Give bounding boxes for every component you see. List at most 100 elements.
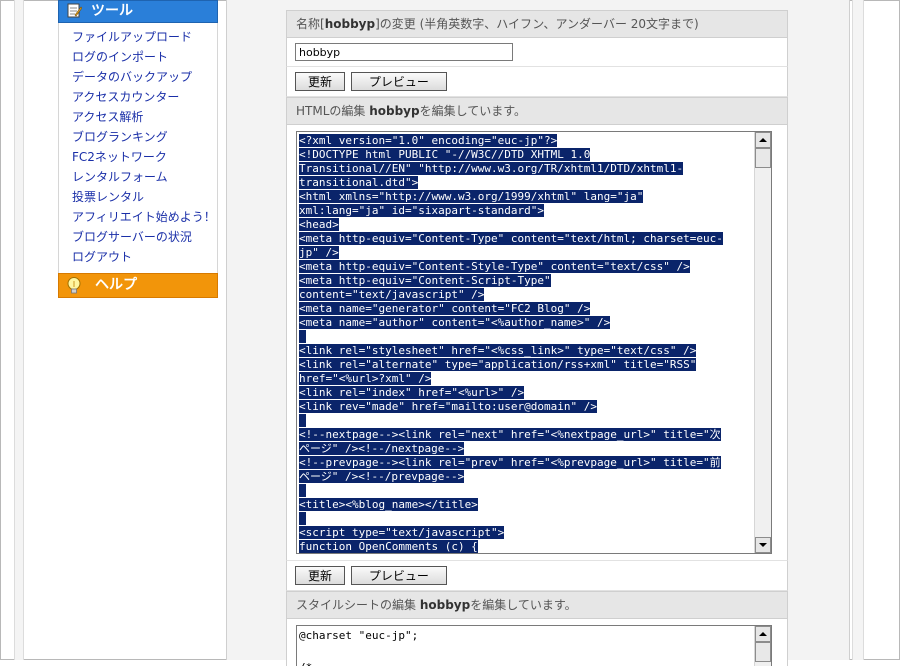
code-line: <meta name="author" content="<%author_na… bbox=[299, 316, 751, 330]
template-name-input[interactable] bbox=[295, 43, 513, 61]
code-line: <html xmlns="http://www.w3.org/1999/xhtm… bbox=[299, 190, 751, 204]
sidebar: ツール ファイルアップロード ログのインポート データのバックアップ アクセスカ… bbox=[58, 0, 218, 298]
code-line bbox=[299, 414, 751, 428]
code-line: transitional.dtd"> bbox=[299, 176, 751, 190]
sidebar-item-logout[interactable]: ログアウト bbox=[59, 247, 217, 267]
sidebar-item-access-counter[interactable]: アクセスカウンター bbox=[59, 87, 217, 107]
code-line-text bbox=[299, 330, 306, 343]
css-scroll-thumb[interactable] bbox=[755, 642, 771, 662]
html-editor-wrap: <?xml version="1.0" encoding="euc-jp"?> <… bbox=[286, 125, 788, 560]
code-line: <link rel="stylesheet" href="<%css_link>… bbox=[299, 344, 751, 358]
code-line-text: <link rel="stylesheet" href="<%css_link>… bbox=[299, 344, 697, 357]
code-line-text: function OpenComments (c) { bbox=[299, 540, 478, 553]
top-button-row: 更新 プレビュー bbox=[286, 67, 788, 97]
html-code: <?xml version="1.0" encoding="euc-jp"?> <… bbox=[299, 134, 751, 553]
code-line-text: <meta http-equiv="Content-Type" content=… bbox=[299, 232, 723, 245]
lightbulb-icon bbox=[67, 277, 81, 294]
code-line-text bbox=[299, 484, 306, 497]
css-code: @charset "euc-jp"; /* bbox=[299, 628, 418, 666]
scroll-up-button[interactable] bbox=[755, 132, 771, 148]
css-editor-scrollbar[interactable] bbox=[754, 626, 771, 666]
code-line-text: <?xml version="1.0" encoding="euc-jp"?> bbox=[299, 134, 558, 147]
code-line-text: <title><%blog_name></title> bbox=[299, 498, 478, 511]
sidebar-item-server-status[interactable]: ブログサーバーの状況 bbox=[59, 227, 217, 247]
name-title-prefix: 名称[ bbox=[296, 17, 325, 31]
help-title: ヘルプ bbox=[95, 277, 137, 293]
sidebar-item-file-upload[interactable]: ファイルアップロード bbox=[59, 27, 217, 47]
html-editor-scrollbar[interactable] bbox=[754, 132, 771, 553]
notepad-pencil-icon bbox=[67, 3, 82, 18]
left-gutter bbox=[14, 0, 24, 660]
scroll-thumb[interactable] bbox=[755, 148, 771, 168]
code-line-text bbox=[299, 512, 306, 525]
code-line: <link rel="alternate" type="application/… bbox=[299, 358, 751, 372]
code-line: function OpenComments (c) { bbox=[299, 540, 751, 553]
code-line bbox=[299, 512, 751, 526]
html-editor-textarea[interactable]: <?xml version="1.0" encoding="euc-jp"?> <… bbox=[296, 131, 772, 554]
sidebar-item-vote-rental[interactable]: 投票レンタル bbox=[59, 187, 217, 207]
code-line: <meta http-equiv="Content-Script-Type" bbox=[299, 274, 751, 288]
code-line: ページ" /><!--/nextpage--> bbox=[299, 442, 751, 456]
code-line-text: <html xmlns="http://www.w3.org/1999/xhtm… bbox=[299, 190, 644, 203]
arrow-down-icon bbox=[759, 543, 767, 547]
css-scroll-up-button[interactable] bbox=[755, 626, 771, 642]
name-section-header: 名称[hobbyp]の変更 (半角英数字、ハイフン、アンダーバー 20文字まで) bbox=[286, 10, 788, 38]
sidebar-item-access-analysis[interactable]: アクセス解析 bbox=[59, 107, 217, 127]
code-line: <meta http-equiv="Content-Style-Type" co… bbox=[299, 260, 751, 274]
code-line bbox=[299, 484, 751, 498]
template-editor-panel: 名称[hobbyp]の変更 (半角英数字、ハイフン、アンダーバー 20文字まで)… bbox=[286, 10, 788, 666]
code-line: <!--nextpage--><link rel="next" href="<%… bbox=[299, 428, 751, 442]
code-line: xml:lang="ja" id="sixapart-standard"> bbox=[299, 204, 751, 218]
css-code-line: @charset "euc-jp"; bbox=[299, 629, 419, 642]
code-line: <title><%blog_name></title> bbox=[299, 498, 751, 512]
sidebar-item-fc2-network[interactable]: FC2ネットワーク bbox=[59, 147, 217, 167]
html-title-suffix: を編集しています。 bbox=[419, 104, 527, 118]
code-line-text: <!DOCTYPE html PUBLIC "-//W3C//DTD XHTML… bbox=[299, 148, 591, 161]
html-section-header: HTMLの編集 hobbypを編集しています。 bbox=[286, 97, 788, 125]
update-button-top[interactable]: 更新 bbox=[295, 72, 345, 91]
html-title-template: hobbyp bbox=[369, 104, 420, 118]
code-line-text: <link rel="index" href="<%url>" /> bbox=[299, 386, 525, 399]
code-line-text: <script type="text/javascript"> bbox=[299, 526, 505, 539]
code-line: ページ" /><!--/prevpage--> bbox=[299, 470, 751, 484]
name-title-template: hobbyp bbox=[324, 17, 376, 31]
sidebar-item-rental-form[interactable]: レンタルフォーム bbox=[59, 167, 217, 187]
code-line-text: ページ" /><!--/prevpage--> bbox=[299, 470, 465, 483]
code-line: <!DOCTYPE html PUBLIC "-//W3C//DTD XHTML… bbox=[299, 148, 751, 162]
code-line: jp" /> bbox=[299, 246, 751, 260]
arrow-up-icon bbox=[759, 138, 767, 142]
sidebar-item-blog-ranking[interactable]: ブログランキング bbox=[59, 127, 217, 147]
code-line-text: xml:lang="ja" id="sixapart-standard"> bbox=[299, 204, 545, 217]
code-line-text: <link rel="alternate" type="application/… bbox=[299, 358, 697, 371]
arrow-up-icon bbox=[759, 632, 767, 636]
code-line-text: <meta name="generator" content="FC2 Blog… bbox=[299, 302, 591, 315]
code-line: href="<%url>?xml" /> bbox=[299, 372, 751, 386]
code-line-text: <meta name="author" content="<%author_na… bbox=[299, 316, 611, 329]
code-line: <!--prevpage--><link rel="prev" href="<%… bbox=[299, 456, 751, 470]
sidebar-item-log-import[interactable]: ログのインポート bbox=[59, 47, 217, 67]
code-line: <meta name="generator" content="FC2 Blog… bbox=[299, 302, 751, 316]
scroll-down-button[interactable] bbox=[755, 537, 771, 553]
preview-button-top[interactable]: プレビュー bbox=[350, 72, 447, 91]
help-header[interactable]: ヘルプ bbox=[58, 273, 218, 298]
code-line-text: <!--prevpage--><link rel="prev" href="<%… bbox=[299, 456, 721, 469]
sidebar-item-data-backup[interactable]: データのバックアップ bbox=[59, 67, 217, 87]
code-line-text: transitional.dtd"> bbox=[299, 176, 419, 189]
preview-button-bottom[interactable]: プレビュー bbox=[350, 566, 447, 585]
sidebar-item-affiliate[interactable]: アフィリエイト始めよう！ bbox=[59, 207, 217, 227]
bottom-button-row: 更新 プレビュー bbox=[286, 560, 788, 591]
css-code-line bbox=[299, 644, 418, 660]
code-line-text: <head> bbox=[299, 218, 339, 231]
code-line: <head> bbox=[299, 218, 751, 232]
tools-header: ツール bbox=[58, 0, 218, 23]
code-line-text: Transitional//EN" "http://www.w3.org/TR/… bbox=[299, 162, 684, 175]
code-line-text: <meta http-equiv="Content-Script-Type" bbox=[299, 274, 551, 287]
code-line: <script type="text/javascript"> bbox=[299, 526, 751, 540]
right-gutter bbox=[852, 0, 864, 660]
code-line: Transitional//EN" "http://www.w3.org/TR/… bbox=[299, 162, 751, 176]
code-line-text bbox=[299, 414, 306, 427]
code-line-text: <!--nextpage--><link rel="next" href="<%… bbox=[299, 428, 721, 441]
code-line-text: href="<%url>?xml" /> bbox=[299, 372, 432, 385]
css-title-template: hobbyp bbox=[419, 598, 471, 612]
update-button-bottom[interactable]: 更新 bbox=[295, 566, 345, 585]
